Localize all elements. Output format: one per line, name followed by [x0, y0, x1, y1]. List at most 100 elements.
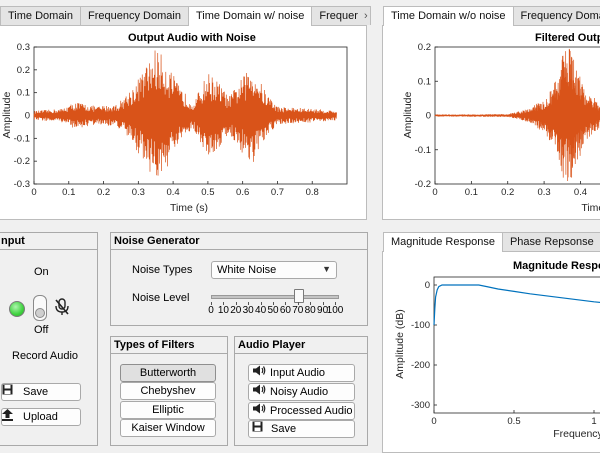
x-axis-label: Time (s)	[170, 202, 208, 214]
tab-frequency-domain[interactable]: Frequency Domain	[80, 6, 189, 25]
speaker-icon	[252, 365, 266, 381]
tab-frequency-domain-right[interactable]: Frequency Domain	[512, 6, 600, 25]
noise-types-label: Noise Types	[132, 264, 193, 276]
player-panel-divider	[235, 353, 367, 354]
y-axis-label: Amplitude	[1, 92, 13, 139]
y-axis-label: Amplitude	[402, 92, 414, 139]
x-tick-label: 1	[591, 416, 596, 427]
y-tick-label: 0	[425, 280, 430, 291]
x-tick-label: 0.6	[236, 187, 249, 198]
play-noisy-audio-button[interactable]: Noisy Audio	[248, 383, 355, 401]
switch-on-label: On	[34, 266, 49, 278]
y-tick-label: 0.3	[17, 42, 30, 53]
input-panel-title: nput	[1, 235, 25, 247]
tab-magnitude-response[interactable]: Magnitude Response	[383, 232, 503, 252]
slider-tick-label: 100	[326, 305, 344, 316]
upload-icon	[2, 409, 13, 425]
y-tick-label: 0	[25, 111, 30, 122]
play-processed-label: Processed Audio	[270, 405, 353, 417]
noise-type-dropdown[interactable]: White Noise ▼	[211, 261, 337, 279]
left-tab-bar: Time Domain Frequency Domain Time Domain…	[0, 6, 371, 26]
y-tick-label: 0	[426, 111, 431, 122]
x-tick-label: 0	[432, 187, 437, 198]
plot-area	[433, 276, 600, 414]
play-input-audio-button[interactable]: Input Audio	[248, 364, 355, 382]
filtered-chart-panel: Filtered Outp 0 0.1 0.2 0.3 0.4 0.2 0.1 0 -0.1 -0…	[382, 25, 600, 220]
noise-generator-title: Noise Generator	[114, 235, 200, 247]
x-tick-label: 0	[431, 416, 436, 427]
tab-phase-response[interactable]: Phase Repsonse	[501, 232, 600, 251]
noise-panel-divider	[111, 249, 367, 250]
upload-label: Upload	[23, 411, 58, 424]
noise-type-value: White Noise	[217, 264, 277, 276]
x-tick-label: 0.7	[271, 187, 284, 198]
microphone-muted-icon	[54, 298, 70, 316]
status-lamp	[9, 301, 25, 317]
player-save-button[interactable]: Save	[248, 420, 355, 438]
record-toggle-switch[interactable]	[33, 295, 47, 321]
magnitude-chart-panel: Magnitude Respo 0 0.5 1 0 -100 -200 -300 Freque…	[382, 251, 600, 453]
switch-off-label: Off	[34, 324, 49, 336]
chevron-right-icon[interactable]: ›	[364, 7, 368, 25]
y-tick-label: -0.1	[415, 145, 431, 156]
y-tick-label: -300	[411, 400, 430, 411]
noise-generator-panel: Noise Generator Noise Types White Noise …	[110, 232, 368, 326]
play-input-label: Input Audio	[270, 367, 326, 379]
audio-player-title: Audio Player	[238, 339, 306, 351]
input-save-button[interactable]: Save	[1, 383, 81, 401]
filter-kaiser-button[interactable]: Kaiser Window	[120, 419, 216, 437]
audio-player-panel: Audio Player Input Audio Noisy Audio Pro…	[234, 336, 368, 446]
save-icon	[2, 384, 13, 400]
filter-chebyshev-button[interactable]: Chebyshev	[120, 382, 216, 400]
x-tick-label: 0.4	[574, 187, 587, 198]
filter-elliptic-button[interactable]: Elliptic	[120, 401, 216, 419]
x-tick-label: 0.8	[306, 187, 319, 198]
input-panel-divider	[0, 249, 97, 250]
tab-frequency-truncated[interactable]: Frequer ›	[311, 6, 371, 25]
magnitude-response-chart: 0 0.5 1 0 -100 -200 -300 Frequency Amplitude (dB…	[394, 276, 600, 440]
y-tick-label: 0.1	[418, 76, 431, 87]
y-tick-label: 0.1	[17, 88, 30, 99]
y-axis-label: Amplitude (dB)	[394, 309, 406, 378]
chevron-down-icon: ▼	[322, 264, 331, 274]
noise-level-slider[interactable]: 0 10 20 30 40 50 60 70 80 90 100	[208, 289, 343, 321]
noise-level-label: Noise Level	[132, 292, 190, 304]
x-tick-label: 0	[31, 187, 36, 198]
speaker-icon	[252, 384, 266, 400]
x-tick-label: 0.1	[465, 187, 478, 198]
x-tick-label: 0.5	[507, 416, 520, 427]
x-tick-label: 0.3	[132, 187, 145, 198]
tab-time-domain[interactable]: Time Domain	[0, 6, 81, 25]
play-processed-audio-button[interactable]: Processed Audio	[248, 402, 355, 420]
tab-time-domain-noise[interactable]: Time Domain w/ noise	[187, 6, 313, 26]
upload-button[interactable]: Upload	[1, 408, 81, 426]
record-audio-label: Record Audio	[12, 350, 79, 362]
play-noisy-label: Noisy Audio	[270, 386, 329, 398]
y-tick-label: 0.2	[17, 65, 30, 76]
filters-title: Types of Filters	[114, 339, 195, 351]
filter-butterworth-button[interactable]: Butterworth	[120, 364, 216, 382]
noisy-audio-chart: 0 0.1 0.2 0.3 0.4 0.5 0.6 0.7 0.8 0.3 0.2 0.1 0 -0.1 -…	[1, 42, 348, 214]
response-tab-bar: Magnitude Response Phase Repsonse	[383, 232, 600, 252]
tab-frequency-truncated-label: Frequer	[319, 10, 358, 22]
y-tick-label: 0.2	[418, 42, 431, 53]
right-tab-bar: Time Domain w/o noise Frequency Domain	[383, 6, 600, 26]
x-tick-label: 0.1	[62, 187, 75, 198]
filtered-audio-chart: 0 0.1 0.2 0.3 0.4 0.2 0.1 0 -0.1 -0.2 Time (Amplit…	[402, 42, 600, 214]
y-tick-label: -0.3	[14, 179, 30, 190]
y-tick-label: -0.2	[415, 179, 431, 190]
tab-time-domain-clean[interactable]: Time Domain w/o noise	[383, 6, 514, 26]
speaker-icon	[252, 403, 266, 419]
x-tick-label: 0.4	[167, 187, 180, 198]
x-tick-label: 0.2	[97, 187, 110, 198]
input-panel: nput On Off Record Audio Save Upload	[0, 232, 98, 446]
input-save-label: Save	[23, 386, 49, 398]
filters-panel: Types of Filters Butterworth Chebyshev E…	[110, 336, 228, 446]
x-tick-label: 0.3	[537, 187, 550, 198]
y-tick-label: -0.2	[14, 156, 30, 167]
y-tick-label: -0.1	[14, 133, 30, 144]
noise-level-slider-thumb[interactable]	[293, 289, 304, 303]
y-tick-label: -200	[411, 360, 430, 371]
x-axis-label: Time (	[581, 202, 600, 214]
x-tick-label: 0.5	[201, 187, 214, 198]
